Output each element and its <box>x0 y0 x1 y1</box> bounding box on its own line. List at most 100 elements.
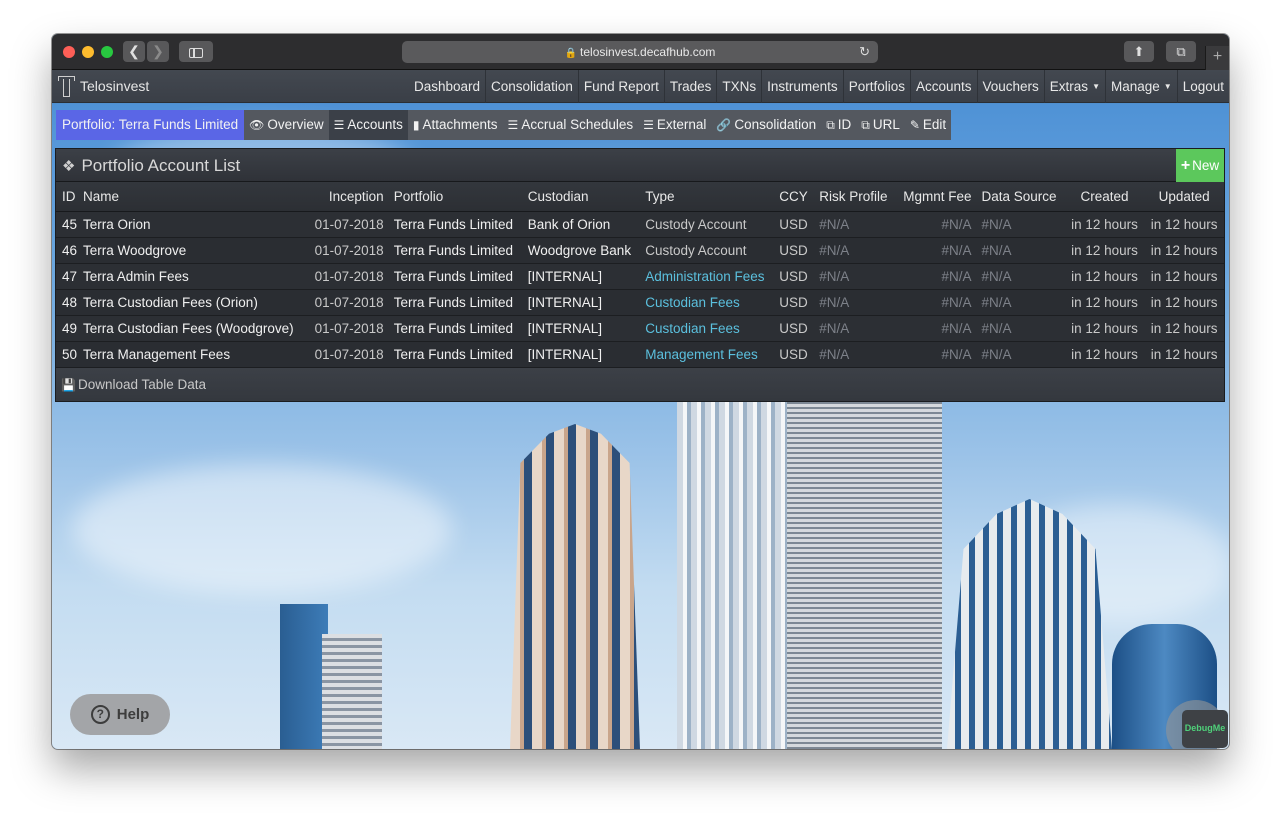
cell-id: 47 <box>56 263 78 290</box>
nav-extras-label: Extras <box>1049 79 1089 94</box>
address-bar[interactable]: 🔒 telosinvest.decafhub.com ↻ <box>402 41 878 63</box>
col-mgmnt-fee[interactable]: Mgmnt Fee <box>895 182 977 212</box>
subnav-external[interactable]: ☰ External <box>638 110 711 140</box>
new-tab-button[interactable]: + <box>1205 46 1229 70</box>
brand[interactable]: Telosinvest <box>58 76 149 97</box>
col-inception[interactable]: Inception <box>306 182 389 212</box>
question-icon: ? <box>90 705 110 724</box>
reload-icon[interactable]: ↻ <box>859 41 870 63</box>
chevron-left-icon: ❮ <box>128 43 140 59</box>
cell-risk-profile: #N/A <box>814 315 896 342</box>
share-button[interactable]: ⬆ <box>1124 41 1154 62</box>
cell-custodian: [INTERNAL] <box>522 315 641 342</box>
cell-created: in 12 hours <box>1064 289 1145 316</box>
table-row[interactable]: 49 Terra Custodian Fees (Woodgrove) 01-07-… <box>56 315 1224 342</box>
subnav-url-label: URL <box>872 117 900 132</box>
subnav-edit-label: Edit <box>922 117 947 132</box>
col-created[interactable]: Created <box>1064 182 1145 212</box>
cell-type: Custody Account <box>640 237 775 264</box>
cell-custodian: Woodgrove Bank <box>522 237 641 264</box>
telos-logo-icon <box>58 76 75 97</box>
nav-extras-dropdown[interactable]: Extras ▼ <box>1043 70 1105 103</box>
show-tabs-button[interactable]: ⧉ <box>1166 41 1196 62</box>
back-button[interactable]: ❮ <box>123 41 145 62</box>
cell-inception: 01-07-2018 <box>306 289 389 316</box>
portfolio-title[interactable]: Portfolio: Terra Funds Limited <box>56 110 245 140</box>
col-risk-profile[interactable]: Risk Profile <box>814 182 896 212</box>
nav-portfolios[interactable]: Portfolios <box>842 70 910 103</box>
table-row[interactable]: 50 Terra Management Fees 01-07-2018 Terra F… <box>56 341 1224 368</box>
subnav-copy-url[interactable]: ⧉ URL <box>856 110 905 140</box>
col-updated[interactable]: Updated <box>1144 182 1224 212</box>
nav-accounts[interactable]: Accounts <box>909 70 977 103</box>
col-id[interactable]: ID <box>56 182 78 212</box>
cell-inception: 01-07-2018 <box>306 315 389 342</box>
cell-created: in 12 hours <box>1064 237 1145 264</box>
table-row[interactable]: 48 Terra Custodian Fees (Orion) 01-07-2018… <box>56 289 1224 316</box>
cell-ccy: USD <box>774 263 815 290</box>
lock-icon: 🔒 <box>564 48 578 59</box>
subnav-consolidation-label: Consolidation <box>734 117 817 132</box>
cell-mgmnt-fee: #N/A <box>895 237 977 264</box>
cell-type[interactable]: Custodian Fees <box>640 289 775 316</box>
debugme-button[interactable]: DebugMe <box>1182 710 1228 748</box>
subnav-consolidation[interactable]: 🔗 Consolidation <box>711 110 821 140</box>
new-account-button[interactable]: + New <box>1176 149 1224 182</box>
list-icon: ☰ <box>507 118 519 132</box>
nav-manage-dropdown[interactable]: Manage ▼ <box>1104 70 1177 103</box>
nav-instruments[interactable]: Instruments <box>761 70 843 103</box>
cell-updated: in 12 hours <box>1144 237 1224 264</box>
cell-type[interactable]: Administration Fees <box>640 263 775 290</box>
col-ccy[interactable]: CCY <box>774 182 815 212</box>
nav-txns[interactable]: TXNs <box>716 70 761 103</box>
cell-portfolio: Terra Funds Limited <box>388 237 523 264</box>
nav-fund-report[interactable]: Fund Report <box>577 70 664 103</box>
maximize-window-button[interactable] <box>101 46 113 58</box>
subnav-overview[interactable]: 👁 Overview <box>244 110 329 140</box>
caret-down-icon: ▼ <box>1092 82 1100 91</box>
table-body: 45 Terra Orion 01-07-2018 Terra Funds Limit… <box>56 211 1224 368</box>
download-table-data-link[interactable]: 💾 Download Table Data <box>56 367 1224 401</box>
save-icon: 💾 <box>61 377 76 392</box>
table-row[interactable]: 45 Terra Orion 01-07-2018 Terra Funds Limit… <box>56 211 1224 238</box>
cell-mgmnt-fee: #N/A <box>895 341 977 368</box>
subnav-copy-id[interactable]: ⧉ ID <box>821 110 856 140</box>
copy-icon: ⧉ <box>861 118 870 132</box>
cell-ccy: USD <box>774 211 815 238</box>
cell-name: Terra Custodian Fees (Orion) <box>78 289 307 316</box>
nav-vouchers[interactable]: Vouchers <box>976 70 1044 103</box>
forward-button[interactable]: ❯ <box>147 41 169 62</box>
cell-data-source: #N/A <box>976 263 1065 290</box>
cell-type[interactable]: Custodian Fees <box>640 315 775 342</box>
nav-logout[interactable]: Logout <box>1176 70 1229 103</box>
cell-inception: 01-07-2018 <box>306 341 389 368</box>
col-custodian[interactable]: Custodian <box>522 182 641 212</box>
nav-consolidation[interactable]: Consolidation <box>485 70 578 103</box>
help-button[interactable]: ? Help <box>70 694 170 735</box>
subnav-edit[interactable]: ✎ Edit <box>905 110 951 140</box>
sidebar-toggle-button[interactable] <box>179 41 213 62</box>
close-window-button[interactable] <box>63 46 75 58</box>
panel-heading: ❖ Portfolio Account List + New <box>56 149 1224 182</box>
col-data-source[interactable]: Data Source <box>976 182 1065 212</box>
table-row[interactable]: 46 Terra Woodgrove 01-07-2018 Terra Funds L… <box>56 237 1224 264</box>
subnav-accounts[interactable]: ☰ Accounts <box>328 110 408 140</box>
cell-id: 45 <box>56 211 78 238</box>
col-portfolio[interactable]: Portfolio <box>388 182 523 212</box>
nav-dashboard[interactable]: Dashboard <box>409 70 485 103</box>
table-row[interactable]: 47 Terra Admin Fees 01-07-2018 Terra Funds … <box>56 263 1224 290</box>
nav-trades[interactable]: Trades <box>663 70 717 103</box>
subnav-attachments[interactable]: ▮ Attachments <box>408 110 503 140</box>
cell-updated: in 12 hours <box>1144 211 1224 238</box>
cell-risk-profile: #N/A <box>814 289 896 316</box>
cell-type[interactable]: Management Fees <box>640 341 775 368</box>
subnav-accrual-schedules[interactable]: ☰ Accrual Schedules <box>503 110 639 140</box>
url-text: telosinvest.decafhub.com <box>580 45 716 59</box>
cell-ccy: USD <box>774 289 815 316</box>
nav-manage-label: Manage <box>1110 79 1160 94</box>
col-name[interactable]: Name <box>78 182 307 212</box>
col-type[interactable]: Type <box>640 182 775 212</box>
cell-mgmnt-fee: #N/A <box>895 315 977 342</box>
panel-title-text: Portfolio Account List <box>81 156 241 175</box>
minimize-window-button[interactable] <box>82 46 94 58</box>
